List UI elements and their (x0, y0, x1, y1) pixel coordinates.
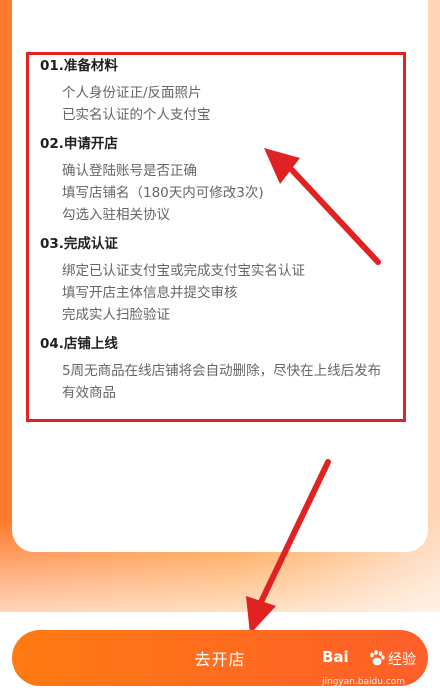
watermark-brand: 经验 (388, 652, 416, 668)
paw-icon (370, 650, 385, 666)
annotation-highlight-box (26, 52, 406, 422)
watermark-url: jingyan.baidu.com (322, 677, 406, 687)
watermark-logo-text: Bai (322, 648, 349, 666)
baidu-jingyan-watermark: Bai 经验 jingyan.baidu.com (322, 648, 434, 696)
